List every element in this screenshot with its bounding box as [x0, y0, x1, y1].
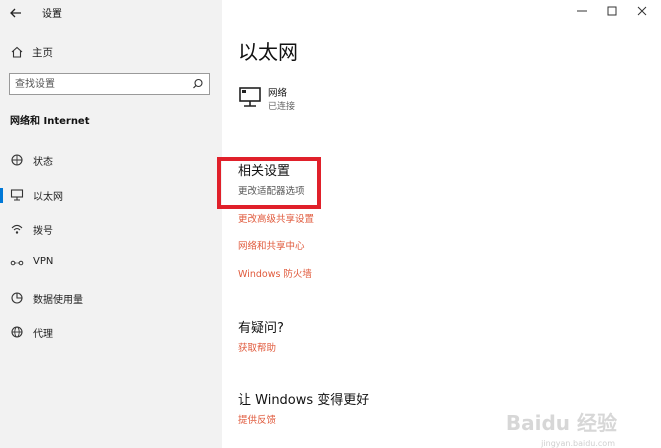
advanced-sharing-link[interactable]: 更改高级共享设置 [238, 211, 314, 225]
proxy-icon [10, 325, 24, 339]
improve-windows-heading: 让 Windows 变得更好 [238, 393, 370, 408]
sidebar: 设置 主页 网络和 Internet 状态 以太网 拨号 [0, 0, 222, 448]
give-feedback-link[interactable]: 提供反馈 [238, 412, 276, 426]
baidu-watermark: Baidu 经验 [505, 411, 617, 435]
get-help-link[interactable]: 获取帮助 [238, 340, 276, 354]
search-box[interactable] [9, 73, 210, 95]
sidebar-item-vpn[interactable]: VPN [0, 249, 222, 277]
home-label: 主页 [32, 47, 53, 59]
network-sharing-center-link[interactable]: 网络和共享中心 [238, 238, 305, 252]
dialup-icon [10, 222, 24, 236]
sidebar-item-label: 状态 [33, 157, 53, 168]
sidebar-item-proxy[interactable]: 代理 [0, 318, 222, 346]
highlight-box [217, 157, 321, 209]
sidebar-item-status[interactable]: 状态 [0, 146, 222, 174]
baidu-watermark-url: jingyan.baidu.com [541, 439, 615, 448]
search-icon[interactable] [192, 78, 204, 90]
data-usage-icon [10, 291, 24, 305]
maximize-button[interactable] [597, 0, 627, 22]
close-button[interactable] [627, 0, 657, 22]
sidebar-item-label: VPN [33, 256, 54, 267]
sidebar-item-ethernet[interactable]: 以太网 [0, 181, 222, 209]
sidebar-item-dialup[interactable]: 拨号 [0, 215, 222, 243]
section-title: 网络和 Internet [10, 116, 90, 127]
page-title: 以太网 [238, 40, 298, 64]
network-entry[interactable]: 网络 已连接 [238, 84, 358, 116]
search-input[interactable] [15, 76, 185, 92]
app-title: 设置 [42, 9, 62, 20]
questions-heading: 有疑问? [238, 321, 284, 336]
home-nav[interactable]: 主页 [10, 42, 210, 62]
windows-firewall-link[interactable]: Windows 防火墙 [238, 266, 312, 280]
network-name: 网络 [268, 88, 288, 99]
ethernet-monitor-icon [238, 86, 264, 110]
sidebar-item-label: 数据使用量 [33, 295, 83, 306]
sidebar-item-data-usage[interactable]: 数据使用量 [0, 284, 222, 312]
minimize-button[interactable] [567, 0, 597, 22]
status-icon [10, 153, 24, 167]
back-arrow-icon[interactable] [6, 3, 26, 23]
selection-indicator [0, 188, 3, 203]
sidebar-item-label: 代理 [33, 329, 53, 340]
sidebar-item-label: 以太网 [33, 192, 63, 203]
main-content: 以太网 网络 已连接 相关设置 更改适配器选项 更改高级共享设置 网络和共享中心… [217, 0, 661, 448]
vpn-icon [10, 256, 24, 270]
home-icon [10, 45, 24, 59]
sidebar-item-label: 拨号 [33, 226, 53, 237]
ethernet-icon [10, 188, 24, 202]
network-status: 已连接 [268, 102, 296, 112]
